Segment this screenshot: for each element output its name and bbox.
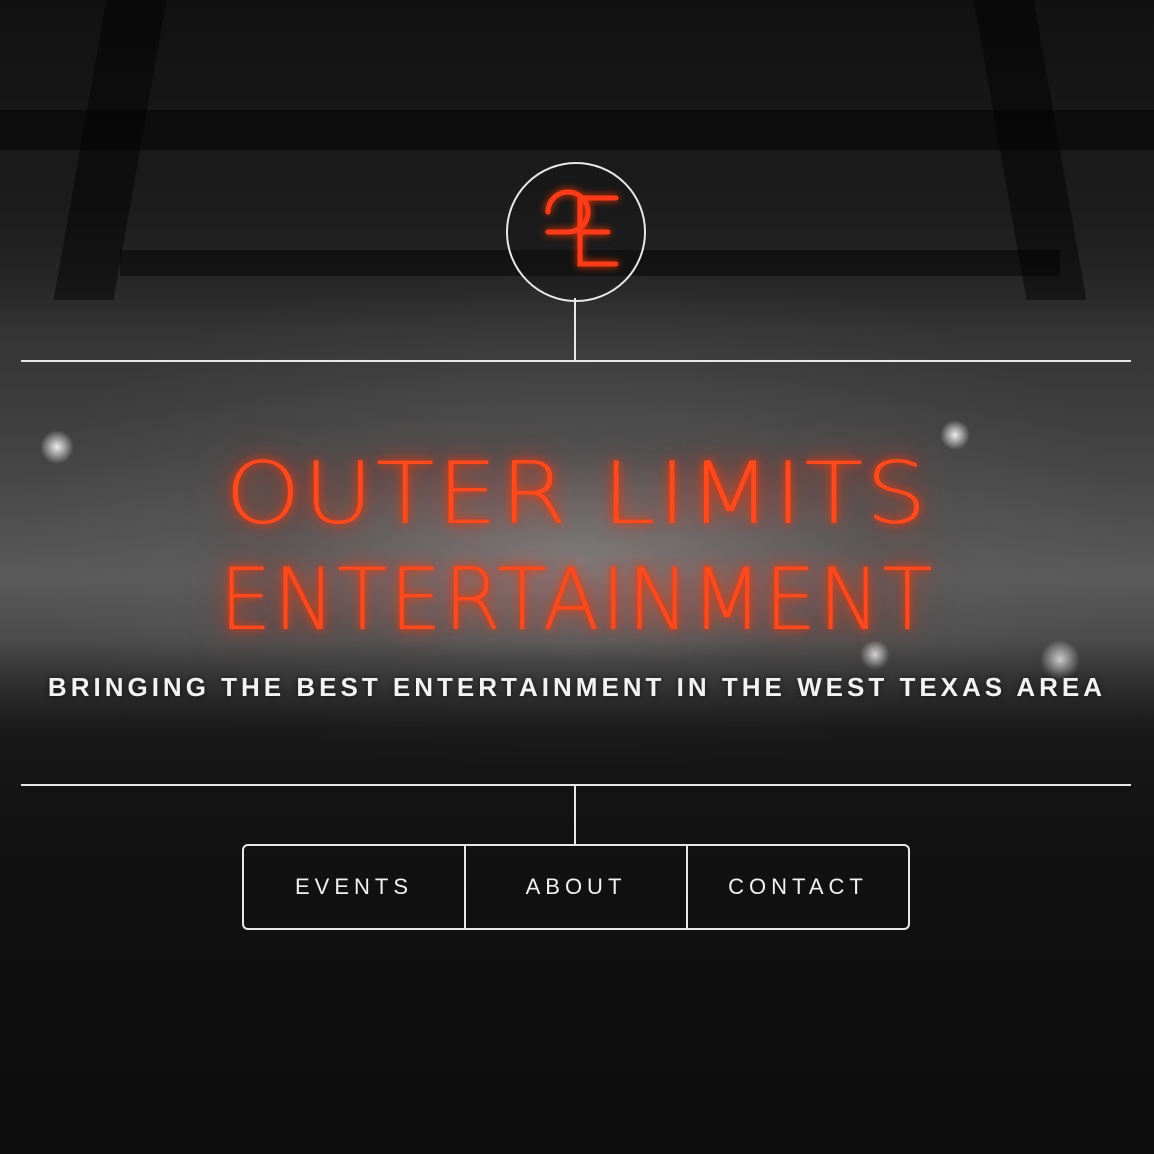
nav-contact[interactable]: CONTACT: [686, 846, 908, 928]
logo-badge[interactable]: [506, 162, 646, 302]
hero-title-line2: ENTERTAINMENT: [219, 550, 935, 650]
connector-line-bottom: [574, 786, 576, 844]
connector-line-top: [574, 298, 576, 360]
hero-tagline: BRINGING THE BEST ENTERTAINMENT IN THE W…: [47, 672, 1107, 702]
main-nav: EVENTS ABOUT CONTACT: [242, 844, 910, 930]
divider-bottom: [21, 784, 1131, 786]
nav-about[interactable]: ABOUT: [464, 846, 686, 928]
nav-events[interactable]: EVENTS: [244, 846, 464, 928]
hero-title-line1: OUTER LIMITS: [225, 444, 929, 544]
oe-monogram-icon: [545, 189, 619, 267]
stage-light: [40, 430, 74, 464]
divider-top: [21, 360, 1131, 362]
